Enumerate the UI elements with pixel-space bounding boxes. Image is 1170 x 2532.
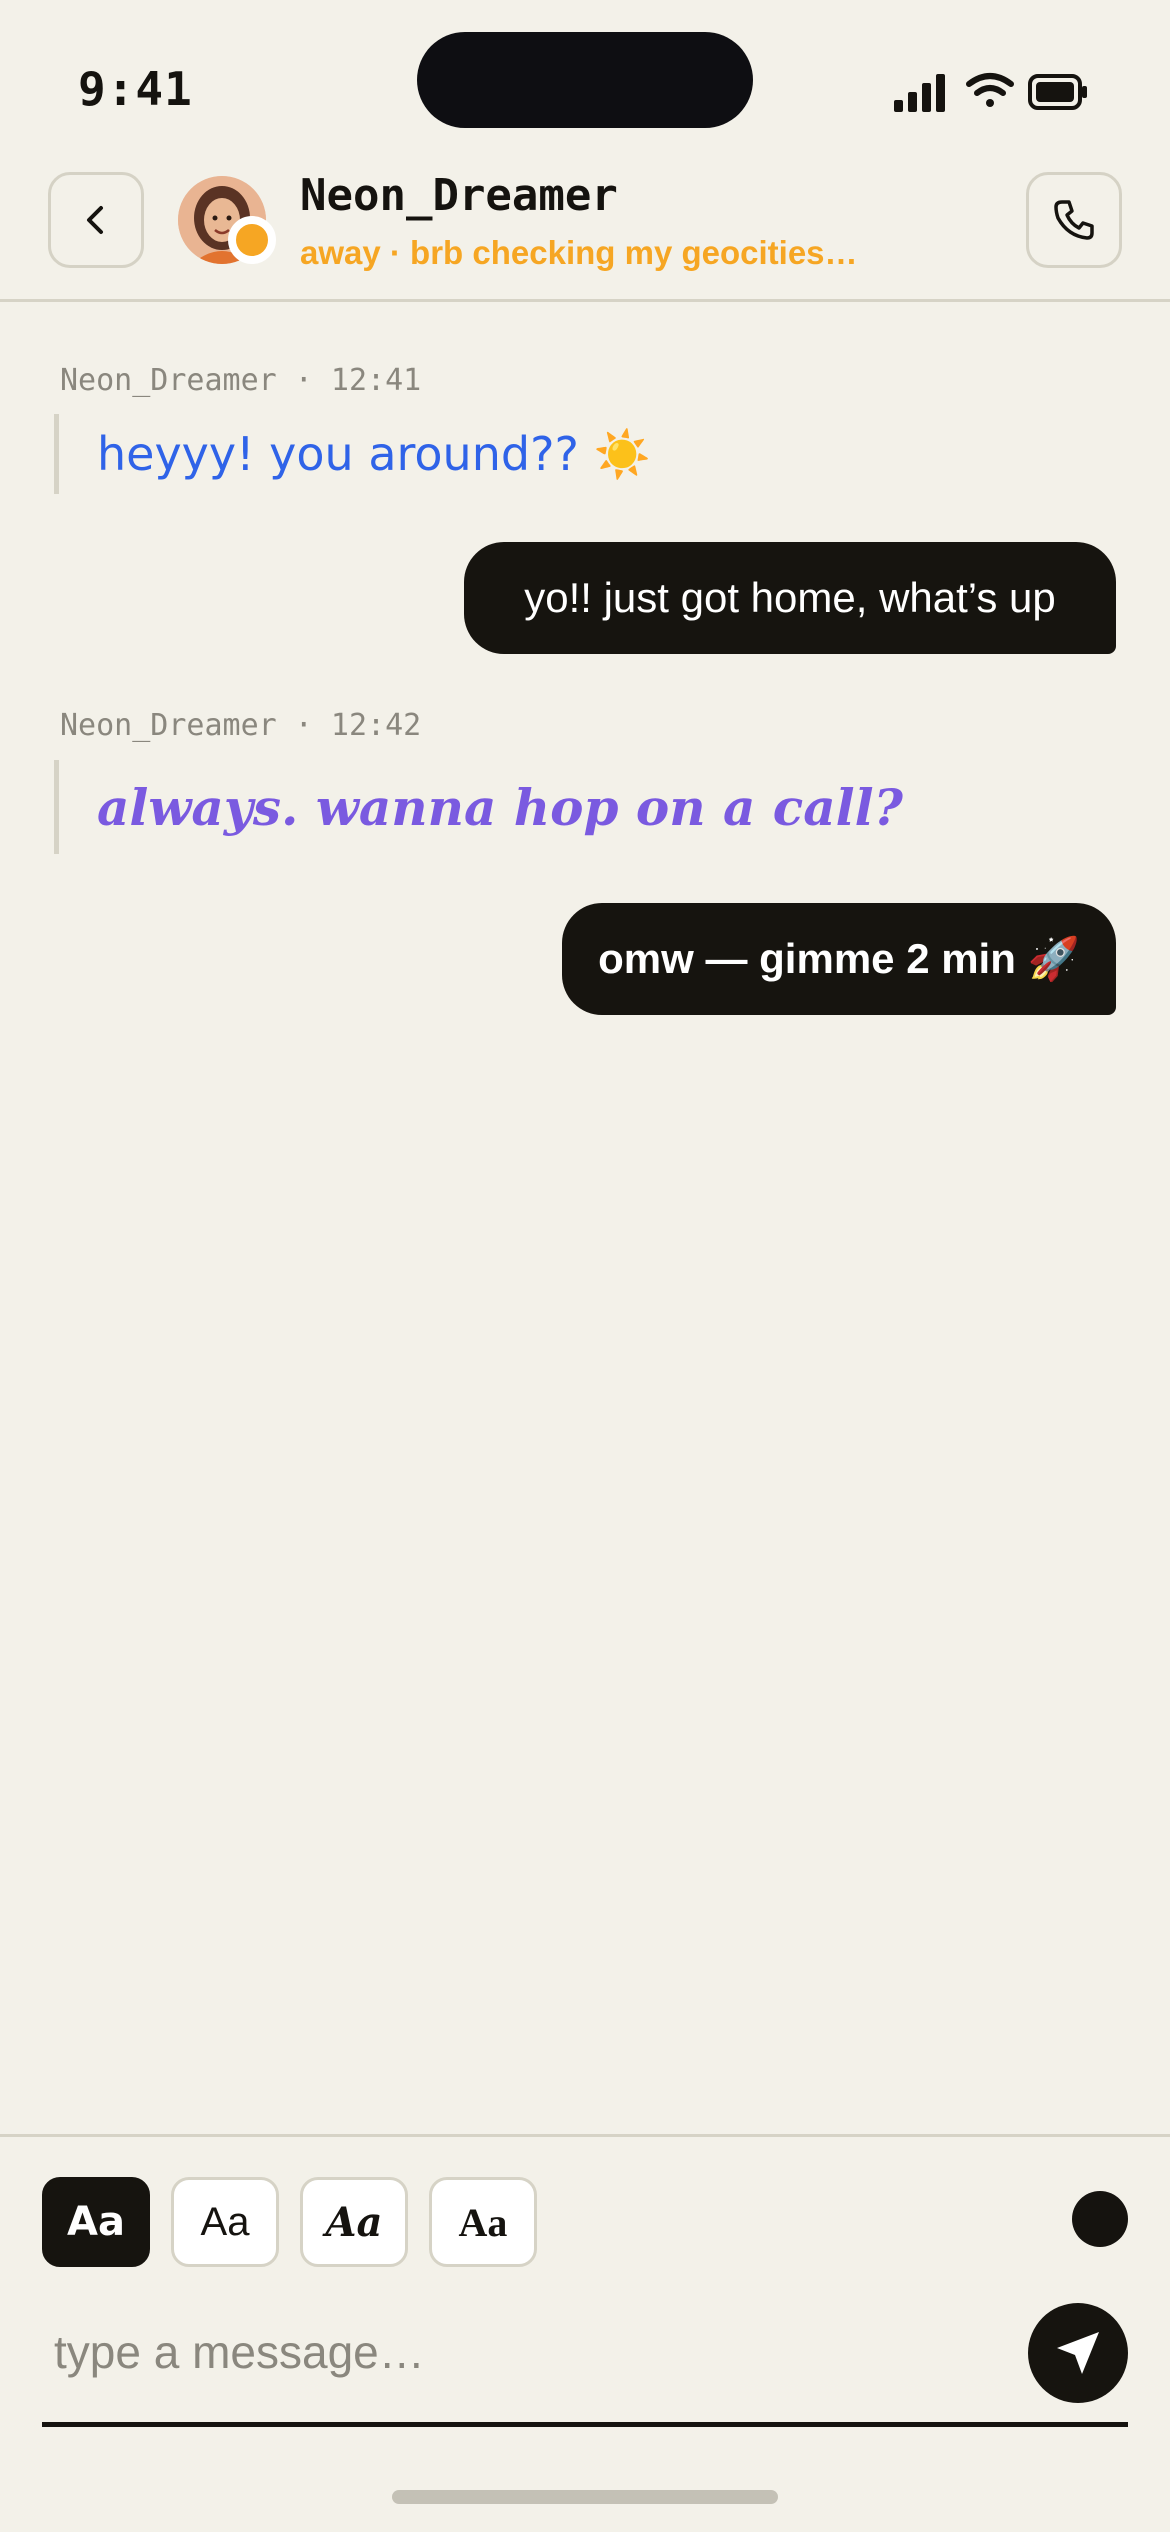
message-meta: Neon_Dreamer · 12:42 <box>60 708 422 743</box>
font-option-rounded[interactable]: Aa <box>171 2177 279 2267</box>
composer: Aa Aa Aa Aa <box>0 2134 1170 2532</box>
contact-avatar[interactable] <box>178 176 276 264</box>
message-text: always. wanna hop on a call? <box>97 777 903 837</box>
color-swatch-button[interactable] <box>1072 2191 1128 2247</box>
outgoing-message[interactable]: yo!! just got home, what’s up <box>464 542 1116 654</box>
message-text: omw — gimme 2 min 🚀 <box>598 934 1080 982</box>
call-button[interactable] <box>1026 172 1122 268</box>
message-input[interactable] <box>54 2317 1014 2387</box>
outgoing-message[interactable]: omw — gimme 2 min 🚀 <box>562 903 1116 1015</box>
contact-name: Neon_Dreamer <box>300 170 618 221</box>
message-input-row <box>42 2297 1128 2427</box>
font-option-serif[interactable]: Aa <box>429 2177 537 2267</box>
phone-icon <box>1054 200 1094 240</box>
signal-icon <box>894 74 945 112</box>
incoming-message[interactable]: always. wanna hop on a call? <box>54 760 903 854</box>
contact-status: away · brb checking my geocities… <box>300 234 858 271</box>
incoming-message[interactable]: heyyy! you around?? ☀️ <box>54 414 651 494</box>
presence-dot <box>228 216 276 264</box>
home-indicator <box>392 2490 778 2504</box>
back-button[interactable] <box>48 172 144 268</box>
dynamic-island <box>417 32 753 128</box>
font-option-handwritten[interactable]: Aa <box>300 2177 408 2267</box>
status-icons <box>894 73 1087 112</box>
status-time: 9:41 <box>78 62 193 116</box>
message-meta: Neon_Dreamer · 12:41 <box>60 363 422 398</box>
chat-header: Neon_Dreamer away · brb checking my geoc… <box>0 150 1170 302</box>
wifi-icon <box>966 73 1014 107</box>
battery-icon <box>1028 74 1087 110</box>
message-text: heyyy! you around?? ☀️ <box>97 426 651 481</box>
font-option-sans[interactable]: Aa <box>42 2177 150 2267</box>
message-text: yo!! just got home, what’s up <box>524 574 1056 621</box>
send-button[interactable] <box>1028 2303 1128 2403</box>
send-icon <box>1057 2332 1099 2374</box>
chevron-left-icon <box>87 206 103 234</box>
